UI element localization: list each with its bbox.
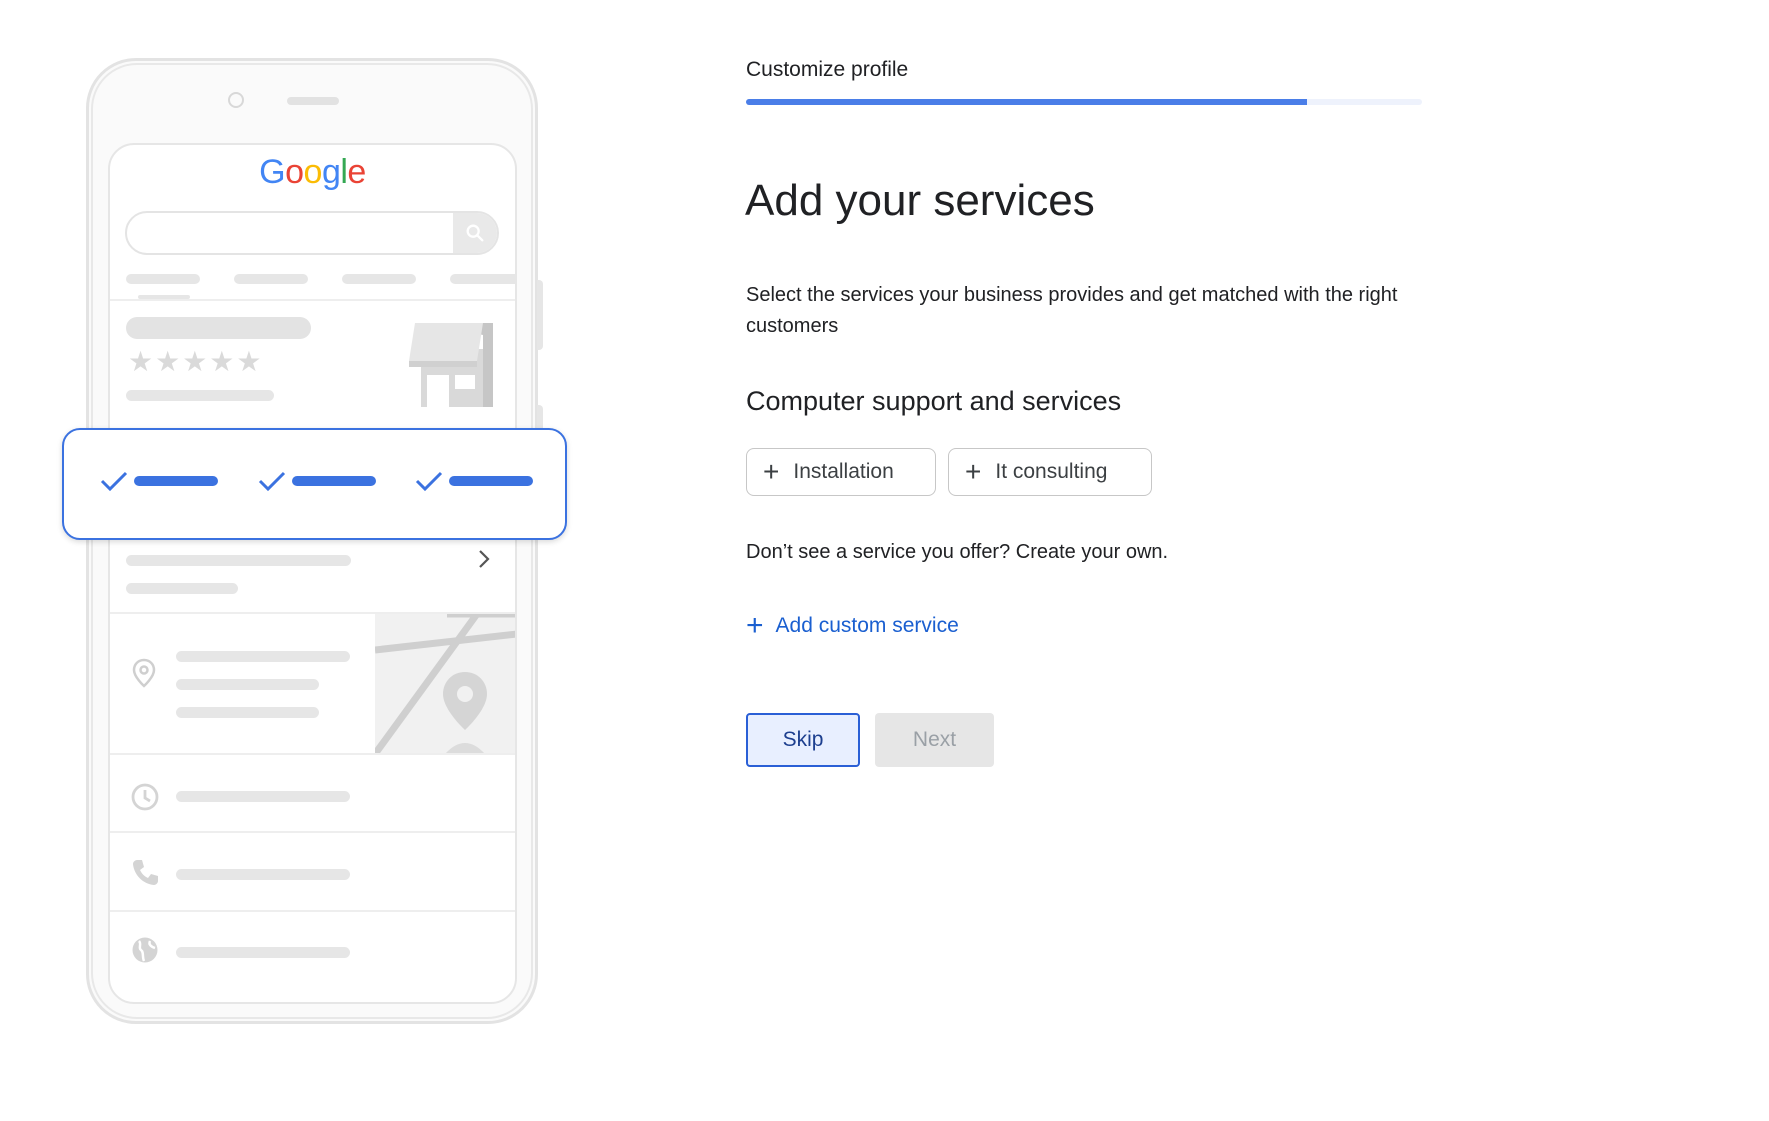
plus-icon: + — [763, 456, 780, 487]
placeholder-bar — [234, 274, 308, 284]
storefront-icon — [407, 321, 499, 412]
placeholder-bar — [342, 274, 416, 284]
phone-icon — [130, 857, 160, 892]
chevron-right-icon — [477, 548, 491, 575]
checked-service — [258, 470, 376, 492]
logo-letter: g — [321, 153, 341, 191]
step-label: Customize profile — [746, 58, 909, 81]
custom-service-prompt: Don’t see a service you offer? Create yo… — [746, 541, 1169, 563]
placeholder-bar — [176, 791, 350, 802]
category-title: Computer support and services — [746, 386, 1122, 416]
check-icon — [100, 471, 128, 492]
placeholder-bar — [176, 651, 350, 662]
add-custom-service-label: Add custom service — [775, 614, 959, 637]
placeholder-bar — [176, 869, 350, 880]
checked-service — [100, 470, 218, 492]
placeholder-bar — [126, 555, 351, 566]
service-chip-label: Installation — [793, 460, 894, 483]
progress-bar — [746, 99, 1422, 105]
page-title: Add your services — [745, 176, 1095, 225]
placeholder-bar — [176, 679, 319, 690]
phone-screen: Google ★★★★★ — [108, 143, 517, 1004]
page-description: Select the services your business provid… — [746, 284, 1398, 337]
phone-camera — [228, 92, 244, 108]
divider — [110, 299, 515, 301]
placeholder-bar — [449, 476, 533, 486]
phone-speaker — [287, 97, 339, 105]
placeholder-bar — [134, 476, 218, 486]
placeholder-bar — [450, 274, 515, 284]
placeholder-bar — [126, 583, 238, 594]
logo-letter: e — [347, 153, 366, 191]
placeholder-bar — [292, 476, 376, 486]
star-rating: ★★★★★ — [128, 346, 264, 377]
check-icon — [258, 471, 286, 492]
check-icon — [415, 471, 443, 492]
plus-icon: + — [746, 609, 764, 642]
logo-letter: o — [285, 153, 304, 191]
phone-side-button — [537, 280, 543, 350]
checked-service — [415, 470, 533, 492]
logo-letter: o — [303, 153, 323, 191]
search-icon — [453, 213, 497, 253]
placeholder-bar — [126, 274, 200, 284]
skip-button[interactable]: Skip — [746, 713, 860, 767]
logo-letter: G — [259, 153, 286, 191]
placeholder-bar — [126, 390, 274, 401]
divider — [110, 831, 515, 833]
clock-icon — [130, 782, 160, 817]
services-highlight-card — [62, 428, 567, 540]
divider — [110, 910, 515, 912]
plus-icon: + — [965, 456, 982, 487]
service-chip-installation[interactable]: + Installation — [746, 448, 936, 496]
service-chip-it-consulting[interactable]: + It consulting — [948, 448, 1152, 496]
map-pin-icon — [441, 672, 489, 754]
mini-map — [375, 614, 515, 754]
add-custom-service-link[interactable]: + Add custom service — [746, 611, 959, 641]
placeholder-bar — [126, 317, 311, 339]
google-logo: Google — [110, 153, 515, 192]
divider — [110, 753, 515, 755]
placeholder-bar — [176, 947, 350, 958]
progress-bar-fill — [746, 99, 1308, 105]
location-pin-icon — [132, 658, 156, 693]
service-chip-label: It consulting — [995, 460, 1108, 483]
next-button[interactable]: Next — [875, 713, 994, 767]
mock-search-box — [125, 211, 499, 255]
placeholder-bar — [176, 707, 319, 718]
globe-icon — [130, 935, 160, 970]
